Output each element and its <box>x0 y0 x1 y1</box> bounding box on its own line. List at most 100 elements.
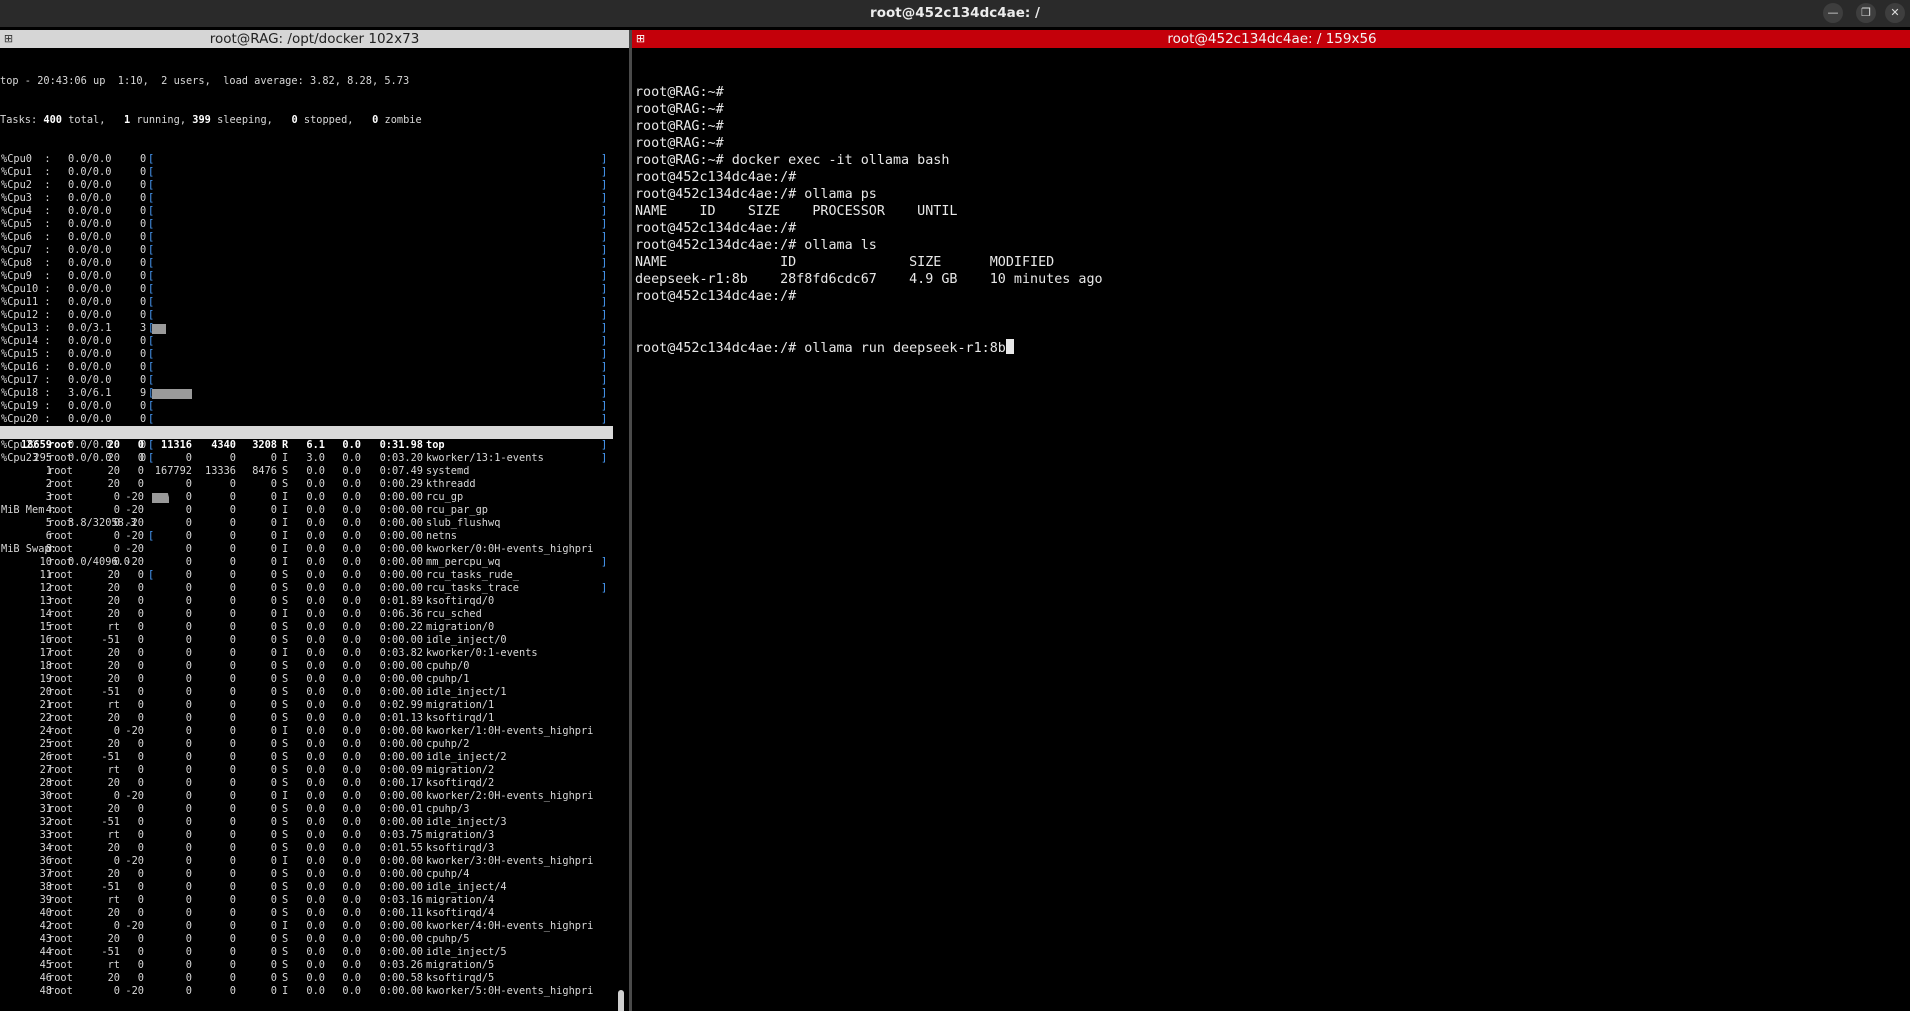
process-pr: 0 <box>113 517 120 529</box>
tasks-stopped-label: stopped, <box>303 114 354 126</box>
process-row[interactable]: 10 root 0 -20 0 0 0 I 0.0 0.0 0:00.00 mm_percpu_wq <box>0 556 613 569</box>
process-pr: 0 <box>113 504 120 516</box>
process-mem: 0.0 <box>342 582 361 594</box>
process-s: S <box>282 868 289 880</box>
process-time: 0:03.20 <box>379 452 423 464</box>
process-row[interactable]: 34 root 20 0 0 0 0 S 0.0 0.0 0:01.55 ksoftirqd/3 <box>0 842 613 855</box>
process-row[interactable]: 22 root 20 0 0 0 0 S 0.0 0.0 0:01.13 ksoftirqd/1 <box>0 712 613 725</box>
process-row[interactable]: 43 root 20 0 0 0 0 S 0.0 0.0 0:00.00 cpuhp/5 <box>0 933 613 946</box>
process-row[interactable]: 48 root 0 -20 0 0 0 I 0.0 0.0 0:00.00 kworker/5:0H-… <box>0 985 613 998</box>
cpu-percent: 0 <box>140 361 147 373</box>
terminal-output[interactable]: root@RAG:~# root@RAG:~# root@RAG:~# root@RA… <box>632 50 1910 390</box>
process-user: root <box>48 894 73 906</box>
process-row[interactable]: 24 root 0 -20 0 0 0 I 0.0 0.0 0:00.00 kworker/1:0H-… <box>0 725 613 738</box>
process-row[interactable]: 18659 root 20 0 11316 4340 3208 R 6.1 0.0 0:31.98 t… <box>0 439 613 452</box>
process-cmd: kworker/13:1-events <box>426 452 544 464</box>
process-user: root <box>48 816 73 828</box>
right-terminal-pane[interactable]: ⊞ root@452c134dc4ae: / 159x56 root@RAG:~… <box>632 30 1910 1011</box>
process-row[interactable]: 15 root rt 0 0 0 0 S 0.0 0.0 0:00.22 migration/0 <box>0 621 613 634</box>
process-row[interactable]: 45 root rt 0 0 0 0 S 0.0 0.0 0:03.26 migration/5 <box>0 959 613 972</box>
process-row[interactable]: 20 root -51 0 0 0 0 S 0.0 0.0 0:00.00 idle_inject/1 <box>0 686 613 699</box>
process-row[interactable]: 11 root 20 0 0 0 0 S 0.0 0.0 0:00.00 rcu_tasks_rude… <box>0 569 613 582</box>
process-shr: 0 <box>270 972 277 984</box>
process-ni: 0 <box>137 868 144 880</box>
process-row[interactable]: 32 root -51 0 0 0 0 S 0.0 0.0 0:00.00 idle_inject/3 <box>0 816 613 829</box>
process-s: S <box>282 959 289 971</box>
process-user: root <box>48 868 73 880</box>
process-row[interactable]: 40 root 20 0 0 0 0 S 0.0 0.0 0:00.11 ksoftirqd/4 <box>0 907 613 920</box>
split-pane-icon[interactable]: ⊞ <box>3 33 14 44</box>
process-row[interactable]: 21 root rt 0 0 0 0 S 0.0 0.0 0:02.99 migration/1 <box>0 699 613 712</box>
process-mem: 0.0 <box>342 803 361 815</box>
left-terminal-pane[interactable]: ⊞ root@RAG: /opt/docker 102x73 top - 20:… <box>0 30 629 1011</box>
process-cpu: 0.0 <box>306 530 325 542</box>
process-row[interactable]: 36 root 0 -20 0 0 0 I 0.0 0.0 0:00.00 kworker/3:0H-… <box>0 855 613 868</box>
process-row[interactable]: 46 root 20 0 0 0 0 S 0.0 0.0 0:00.58 ksoftirqd/5 <box>0 972 613 985</box>
process-mem: 0.0 <box>342 959 361 971</box>
process-cmd: kworker/5:0H-events_highpri <box>426 985 594 997</box>
process-row[interactable]: 42 root 0 -20 0 0 0 I 0.0 0.0 0:00.00 kworker/4:0H-… <box>0 920 613 933</box>
process-row[interactable]: 3 root 0 -20 0 0 0 I 0.0 0.0 0:00.00 rcu_gp <box>0 491 613 504</box>
cpu-value: 0.0/0.0 <box>68 413 112 425</box>
split-pane-icon[interactable]: ⊞ <box>635 33 646 44</box>
process-row[interactable]: 13 root 20 0 0 0 0 S 0.0 0.0 0:01.89 ksoftirqd/0 <box>0 595 613 608</box>
process-cmd: netns <box>426 530 457 542</box>
process-row[interactable]: 25 root 20 0 0 0 0 S 0.0 0.0 0:00.00 cpuhp/2 <box>0 738 613 751</box>
process-row[interactable]: 27 root rt 0 0 0 0 S 0.0 0.0 0:00.09 migration/2 <box>0 764 613 777</box>
process-row[interactable]: 4 root 0 -20 0 0 0 I 0.0 0.0 0:00.00 rcu_par_gp <box>0 504 613 517</box>
process-row[interactable]: 28 root 20 0 0 0 0 S 0.0 0.0 0:00.17 ksoftirqd/2 <box>0 777 613 790</box>
process-row[interactable]: 26 root -51 0 0 0 0 S 0.0 0.0 0:00.00 idle_inject/2 <box>0 751 613 764</box>
close-button[interactable]: ✕ <box>1885 3 1905 23</box>
process-row[interactable]: 44 root -51 0 0 0 0 S 0.0 0.0 0:00.00 idle_inject/5 <box>0 946 613 959</box>
process-cpu: 0.0 <box>306 933 325 945</box>
process-row[interactable]: 38 root -51 0 0 0 0 S 0.0 0.0 0:00.00 idle_inject/4 <box>0 881 613 894</box>
process-row[interactable]: 6 root 0 -20 0 0 0 I 0.0 0.0 0:00.00 netns <box>0 530 613 543</box>
process-virt: 0 <box>185 842 192 854</box>
process-row[interactable]: 31 root 20 0 0 0 0 S 0.0 0.0 0:00.01 cpuhp/3 <box>0 803 613 816</box>
cpu-percent: 3 <box>140 322 147 334</box>
process-virt: 0 <box>185 608 192 620</box>
process-row[interactable]: 37 root 20 0 0 0 0 S 0.0 0.0 0:00.00 cpuhp/4 <box>0 868 613 881</box>
terminal-line: deepseek-r1:8b 28f8fd6cdc67 4.9 GB 10 mi… <box>635 272 1103 287</box>
process-row[interactable]: 8 root 0 -20 0 0 0 I 0.0 0.0 0:00.00 kworker/0:0H-e… <box>0 543 613 556</box>
process-row[interactable]: 5 root 0 -20 0 0 0 I 0.0 0.0 0:00.00 slub_flushwq <box>0 517 613 530</box>
process-s: S <box>282 751 289 763</box>
cpu-bar <box>152 389 192 399</box>
terminal-prompt-line[interactable]: root@452c134dc4ae:/# ollama run deepseek… <box>635 339 1910 356</box>
process-cpu: 0.0 <box>306 855 325 867</box>
process-user: root <box>48 452 73 464</box>
process-mem: 0.0 <box>342 556 361 568</box>
process-ni: 0 <box>137 712 144 724</box>
process-s: I <box>282 920 289 932</box>
process-row[interactable]: 1 root 20 0 167792 13336 8476 S 0.0 0.0 0:07.49 sys… <box>0 465 613 478</box>
process-user: root <box>48 465 73 477</box>
process-pr: 20 <box>107 738 120 750</box>
process-row[interactable]: 14 root 20 0 0 0 0 I 0.0 0.0 0:06.36 rcu_sched <box>0 608 613 621</box>
process-ni: -20 <box>125 855 144 867</box>
process-row[interactable]: 33 root rt 0 0 0 0 S 0.0 0.0 0:03.75 migration/3 <box>0 829 613 842</box>
process-row[interactable]: 12 root 20 0 0 0 0 S 0.0 0.0 0:00.00 rcu_tasks_trac… <box>0 582 613 595</box>
terminal-line: root@RAG:~# <box>635 119 724 134</box>
restore-button[interactable]: ❐ <box>1856 3 1876 23</box>
process-virt: 0 <box>185 855 192 867</box>
process-row[interactable]: 16 root -51 0 0 0 0 S 0.0 0.0 0:00.00 idle_inject/0 <box>0 634 613 647</box>
process-row[interactable]: 30 root 0 -20 0 0 0 I 0.0 0.0 0:00.00 kworker/2:0H-… <box>0 790 613 803</box>
process-virt: 0 <box>185 751 192 763</box>
process-row[interactable]: 39 root rt 0 0 0 0 S 0.0 0.0 0:03.16 migration/4 <box>0 894 613 907</box>
process-res: 0 <box>229 543 236 555</box>
process-row[interactable]: 17 root 20 0 0 0 0 I 0.0 0.0 0:03.82 kworker/0:1-ev… <box>0 647 613 660</box>
process-shr: 0 <box>270 517 277 529</box>
process-cmd: idle_inject/3 <box>426 816 507 828</box>
process-res: 4340 <box>211 439 236 451</box>
cpu-bracket-open: [ <box>148 205 155 217</box>
minimize-button[interactable]: — <box>1823 3 1843 23</box>
process-row[interactable]: 19 root 20 0 0 0 0 S 0.0 0.0 0:00.00 cpuhp/1 <box>0 673 613 686</box>
process-user: root <box>48 725 73 737</box>
process-user: root <box>48 764 73 776</box>
left-pane-scrollbar[interactable] <box>618 990 624 1011</box>
process-row[interactable]: 2 root 20 0 0 0 0 S 0.0 0.0 0:00.29 kthreadd <box>0 478 613 491</box>
process-virt: 0 <box>185 972 192 984</box>
process-row[interactable]: 295 root 20 0 0 0 0 I 3.0 0.0 0:03.20 kworker/13:1-… <box>0 452 613 465</box>
process-res: 0 <box>229 855 236 867</box>
process-row[interactable]: 18 root 20 0 0 0 0 S 0.0 0.0 0:00.00 cpuhp/0 <box>0 660 613 673</box>
